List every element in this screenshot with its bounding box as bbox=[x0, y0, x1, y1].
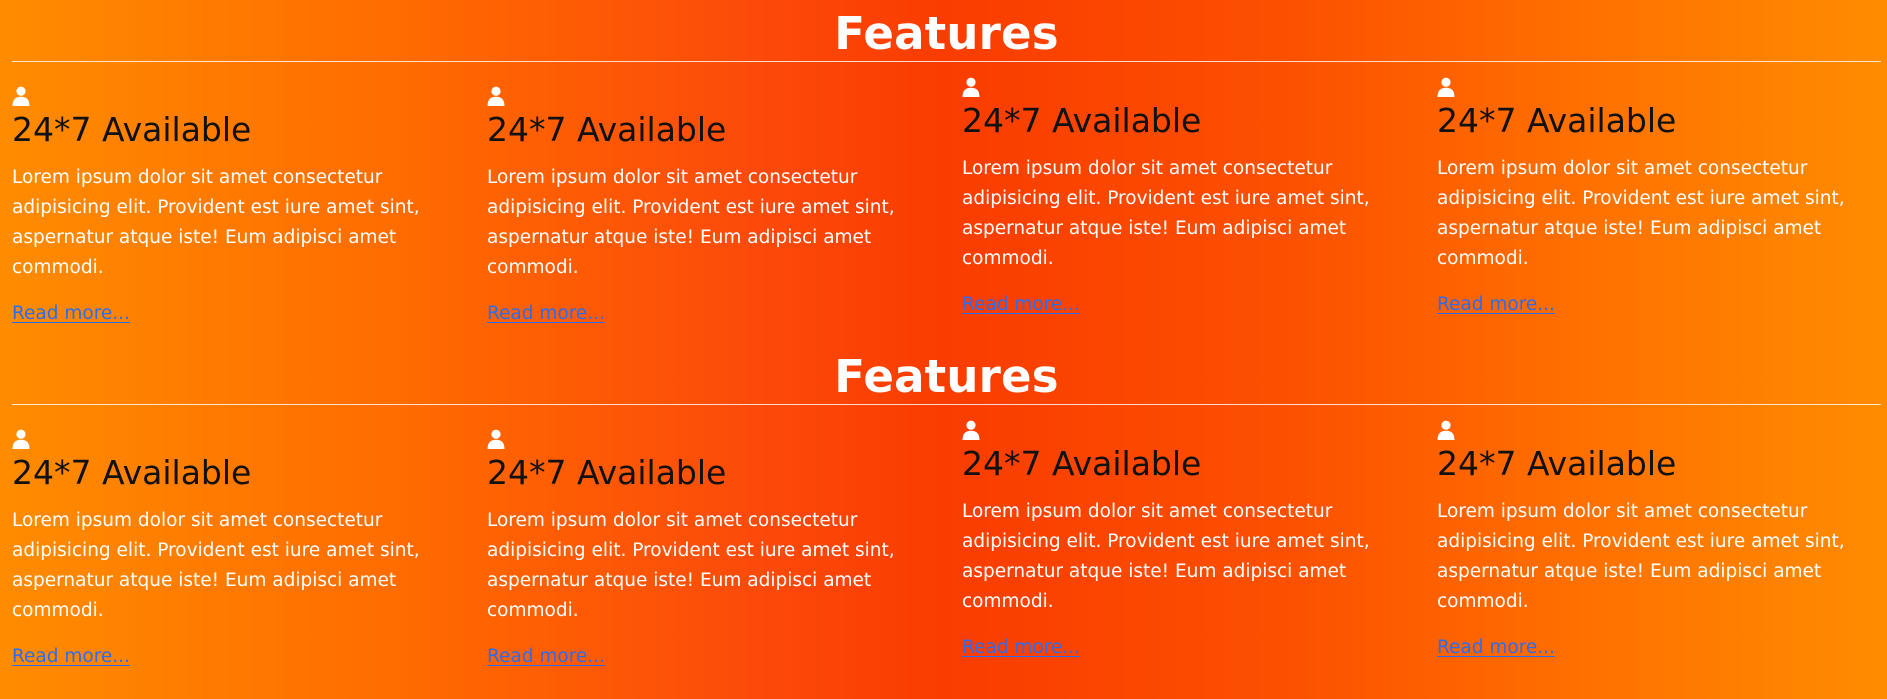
divider bbox=[12, 61, 1881, 62]
feature-card: 24*7 Available Lorem ipsum dolor sit ame… bbox=[12, 429, 452, 669]
feature-card: 24*7 Available Lorem ipsum dolor sit ame… bbox=[12, 86, 452, 326]
user-icon bbox=[1437, 77, 1455, 97]
card-title: 24*7 Available bbox=[487, 453, 727, 492]
card-title: 24*7 Available bbox=[487, 110, 727, 149]
card-title: 24*7 Available bbox=[962, 101, 1202, 140]
feature-card: 24*7 Available Lorem ipsum dolor sit ame… bbox=[487, 429, 927, 669]
section-title: Features bbox=[834, 7, 1059, 60]
user-icon bbox=[12, 429, 30, 449]
user-icon bbox=[1437, 420, 1455, 440]
card-title: 24*7 Available bbox=[12, 110, 252, 149]
card-description: Lorem ipsum dolor sit amet consectetur a… bbox=[12, 510, 420, 621]
feature-card: 24*7 Available Lorem ipsum dolor sit ame… bbox=[1437, 420, 1877, 660]
read-more-link[interactable]: Read more... bbox=[1437, 293, 1555, 317]
card-description: Lorem ipsum dolor sit amet consectetur a… bbox=[962, 158, 1370, 269]
card-title: 24*7 Available bbox=[962, 444, 1202, 483]
feature-card: 24*7 Available Lorem ipsum dolor sit ame… bbox=[962, 420, 1402, 660]
user-icon bbox=[962, 77, 980, 97]
card-title: 24*7 Available bbox=[1437, 444, 1677, 483]
card-title: 24*7 Available bbox=[1437, 101, 1677, 140]
feature-card: 24*7 Available Lorem ipsum dolor sit ame… bbox=[1437, 77, 1877, 317]
read-more-link[interactable]: Read more... bbox=[12, 302, 130, 326]
card-description: Lorem ipsum dolor sit amet consectetur a… bbox=[1437, 158, 1845, 269]
read-more-link[interactable]: Read more... bbox=[1437, 636, 1555, 660]
feature-card: 24*7 Available Lorem ipsum dolor sit ame… bbox=[487, 86, 927, 326]
read-more-link[interactable]: Read more... bbox=[962, 293, 1080, 317]
divider bbox=[12, 404, 1881, 405]
card-description: Lorem ipsum dolor sit amet consectetur a… bbox=[962, 501, 1370, 612]
read-more-link[interactable]: Read more... bbox=[12, 645, 130, 669]
read-more-link[interactable]: Read more... bbox=[487, 645, 605, 669]
user-icon bbox=[12, 86, 30, 106]
features-section-2: Features 24*7 Available Lorem ipsum dolo… bbox=[12, 343, 1881, 686]
read-more-link[interactable]: Read more... bbox=[487, 302, 605, 326]
card-description: Lorem ipsum dolor sit amet consectetur a… bbox=[1437, 501, 1845, 612]
card-description: Lorem ipsum dolor sit amet consectetur a… bbox=[487, 510, 895, 621]
feature-card: 24*7 Available Lorem ipsum dolor sit ame… bbox=[962, 77, 1402, 317]
features-section-1: Features 24*7 Available Lorem ipsum dolo… bbox=[12, 0, 1881, 343]
section-title: Features bbox=[834, 350, 1059, 403]
user-icon bbox=[487, 429, 505, 449]
user-icon bbox=[487, 86, 505, 106]
user-icon bbox=[962, 420, 980, 440]
read-more-link[interactable]: Read more... bbox=[962, 636, 1080, 660]
card-title: 24*7 Available bbox=[12, 453, 252, 492]
card-description: Lorem ipsum dolor sit amet consectetur a… bbox=[487, 167, 895, 278]
card-description: Lorem ipsum dolor sit amet consectetur a… bbox=[12, 167, 420, 278]
